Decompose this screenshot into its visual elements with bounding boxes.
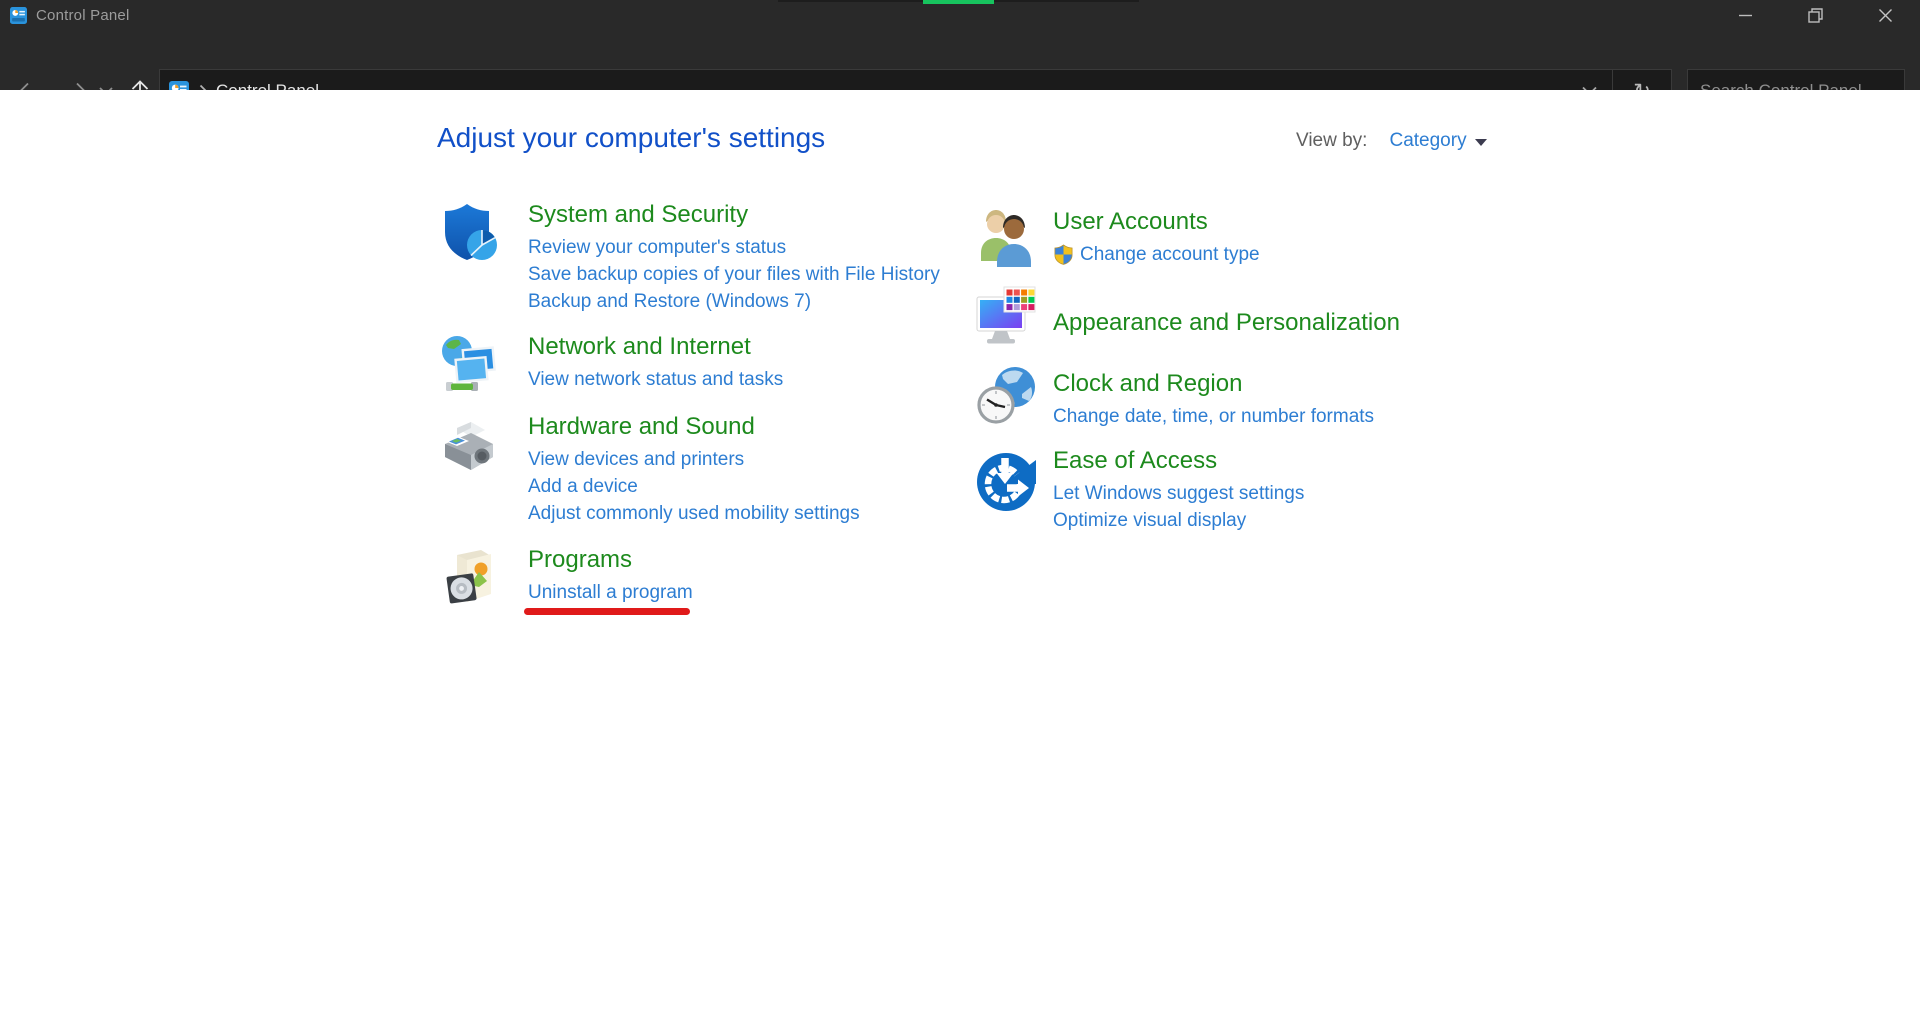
link-review-computer-status[interactable]: Review your computer's status [528,234,940,261]
page-title: Adjust your computer's settings [437,122,825,154]
category-user-accounts: User Accounts Change account type [974,207,1260,271]
category-programs: Programs Uninstall a program [437,545,693,609]
category-hardware-and-sound: Hardware and Sound View devices and prin… [437,412,860,527]
link-ease-of-access[interactable]: Ease of Access [1053,446,1304,476]
category-clock-and-region: Clock and Region Change date, time, or n… [974,363,1374,430]
uac-shield-icon [1053,244,1074,265]
chevron-down-icon[interactable] [1475,139,1487,146]
hardware-sound-printer-icon[interactable] [437,412,501,476]
close-button[interactable] [1850,0,1920,30]
link-view-devices-printers[interactable]: View devices and printers [528,446,860,473]
clock-region-icon[interactable] [974,363,1038,427]
view-by-control: View by: Category [1296,130,1487,152]
control-panel-app-icon [10,7,27,24]
link-network-and-internet[interactable]: Network and Internet [528,332,783,362]
link-add-a-device[interactable]: Add a device [528,473,860,500]
link-mobility-settings[interactable]: Adjust commonly used mobility settings [528,500,860,527]
link-user-accounts[interactable]: User Accounts [1053,207,1260,237]
window-title: Control Panel [36,7,130,24]
navigation-bar: Control Panel ↻ [0,30,1920,90]
category-system-and-security: System and Security Review your computer… [437,200,940,315]
category-ease-of-access: Ease of Access Let Windows suggest setti… [974,446,1304,534]
link-backup-restore[interactable]: Backup and Restore (Windows 7) [528,288,940,315]
link-clock-and-region[interactable]: Clock and Region [1053,369,1374,399]
link-change-account-type-label: Change account type [1080,241,1260,268]
user-accounts-icon[interactable] [974,207,1038,271]
window-titlebar: Control Panel [0,0,1920,30]
appearance-personalization-icon[interactable] [974,285,1038,349]
control-panel-home [0,90,1920,1020]
network-internet-icon[interactable] [437,332,501,396]
link-change-date-time-formats[interactable]: Change date, time, or number formats [1053,403,1374,430]
system-security-shield-icon[interactable] [437,200,501,264]
background-green-indicator [923,0,994,4]
link-hardware-and-sound[interactable]: Hardware and Sound [528,412,860,442]
link-uninstall-a-program[interactable]: Uninstall a program [528,579,693,606]
category-network-and-internet: Network and Internet View network status… [437,332,783,396]
programs-box-icon[interactable] [437,545,501,609]
red-underline-annotation [524,608,690,615]
link-windows-suggest-settings[interactable]: Let Windows suggest settings [1053,480,1304,507]
link-appearance-personalization[interactable]: Appearance and Personalization [1053,308,1400,338]
ease-of-access-icon[interactable] [974,450,1038,514]
category-appearance-personalization: Appearance and Personalization [974,285,1400,349]
link-optimize-visual-display[interactable]: Optimize visual display [1053,507,1304,534]
minimize-button[interactable] [1710,0,1780,30]
link-programs[interactable]: Programs [528,545,693,575]
link-system-and-security[interactable]: System and Security [528,200,940,230]
link-view-network-status[interactable]: View network status and tasks [528,366,783,393]
view-by-dropdown[interactable]: Category [1389,130,1466,152]
link-change-account-type[interactable]: Change account type [1053,241,1260,268]
restore-button[interactable] [1780,0,1850,30]
view-by-label: View by: [1296,130,1367,152]
link-file-history[interactable]: Save backup copies of your files with Fi… [528,261,940,288]
